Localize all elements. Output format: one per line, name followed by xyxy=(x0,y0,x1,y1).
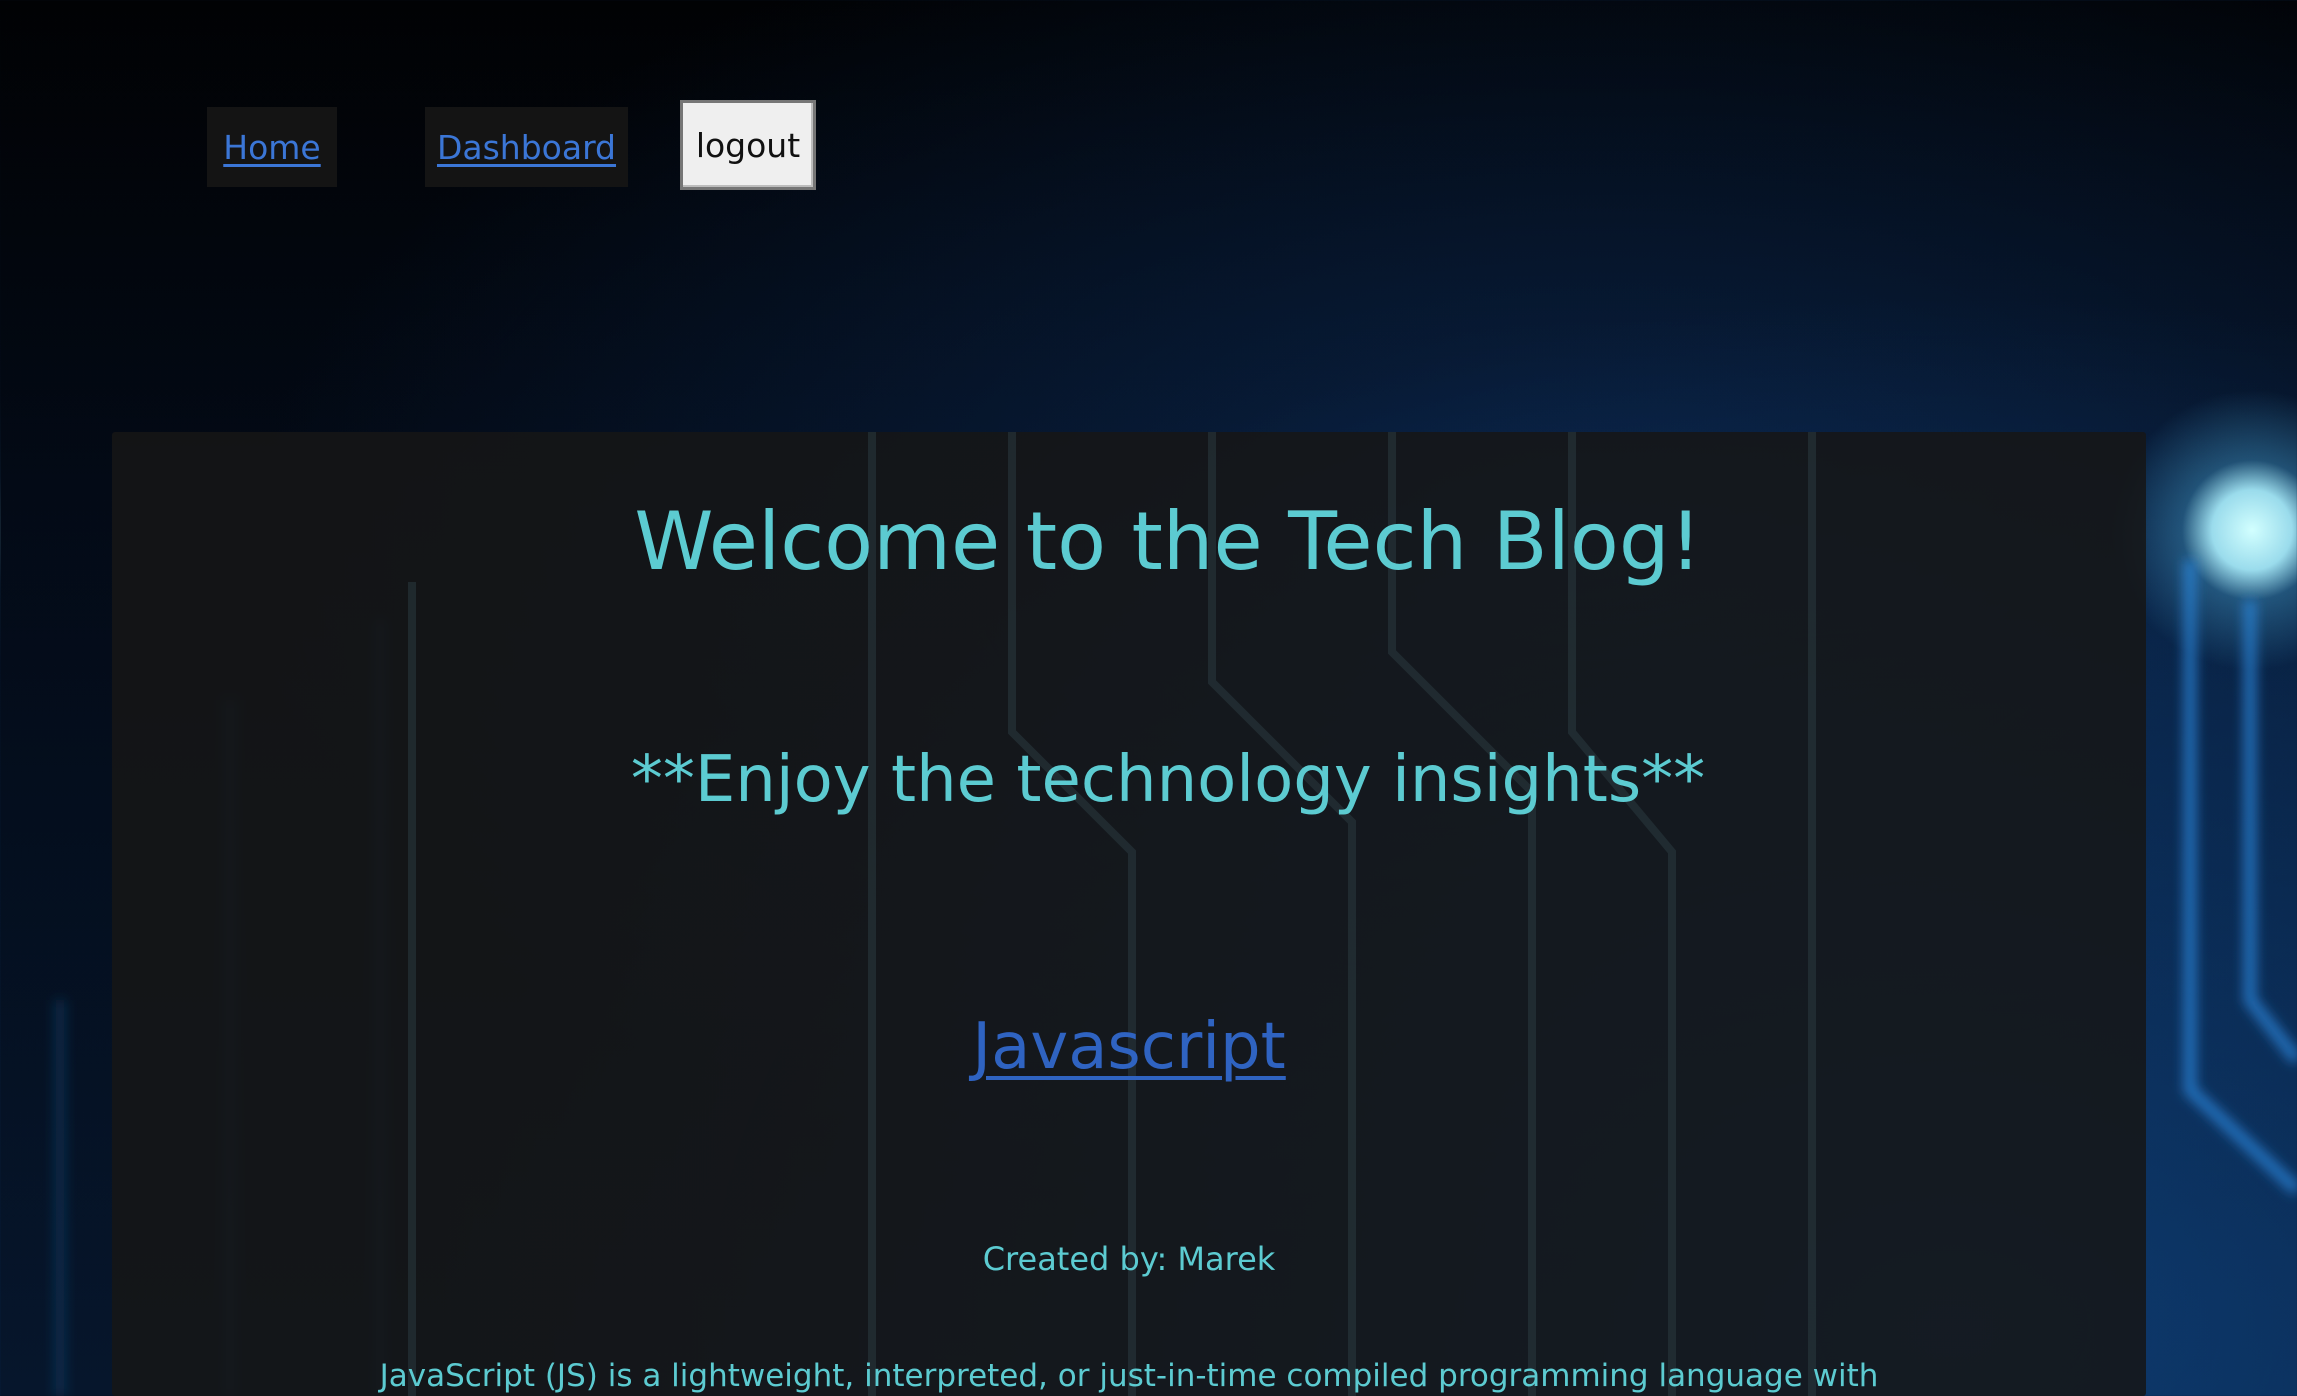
post-excerpt: JavaScript (JS) is a lightweight, interp… xyxy=(379,1358,1879,1394)
nav-home-link[interactable]: Home xyxy=(207,107,337,187)
post-title-link[interactable]: Javascript xyxy=(972,1010,1286,1084)
nav-dashboard-link[interactable]: Dashboard xyxy=(425,107,628,187)
top-navigation: Home Dashboard logout xyxy=(0,0,2297,200)
post-author: Created by: Marek xyxy=(982,1240,1276,1278)
logout-button[interactable]: logout xyxy=(680,100,816,190)
page-subtitle: **Enjoy the technology insights** xyxy=(630,743,1706,817)
post-card-title: Javascript xyxy=(0,1010,2258,1084)
page-title: Welcome to the Tech Blog! xyxy=(634,495,1702,588)
